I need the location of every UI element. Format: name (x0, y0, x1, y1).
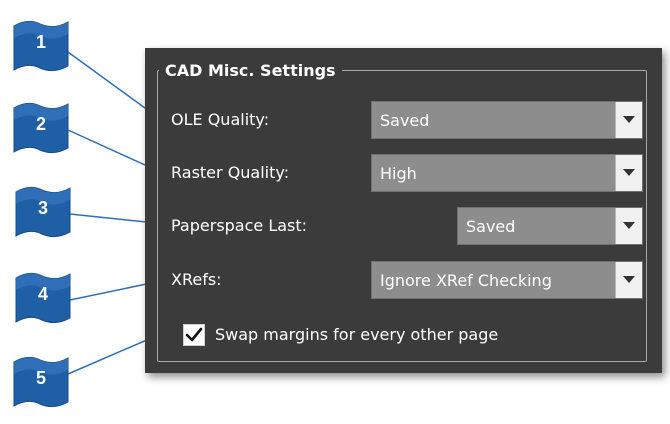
callout-flag-5: 5 (10, 352, 72, 414)
leader-line-2 (67, 129, 157, 171)
group-title: CAD Misc. Settings (159, 62, 342, 80)
swap-margins-checkbox[interactable] (183, 324, 205, 346)
ole-quality-dropdown-button[interactable] (615, 102, 642, 138)
cad-misc-settings-illustration: 1 2 3 4 5 CAD Misc. Settings OLE Quality… (0, 0, 670, 424)
paperspace-last-label: Paperspace Last: (171, 216, 308, 235)
settings-panel: CAD Misc. Settings OLE Quality: Saved Ra… (145, 48, 662, 373)
callout-number: 1 (35, 32, 46, 52)
ole-quality-label: OLE Quality: (171, 110, 270, 129)
chevron-down-icon (623, 169, 635, 176)
xrefs-dropdown[interactable]: Ignore XRef Checking (371, 261, 643, 299)
callout-number: 2 (35, 114, 46, 134)
paperspace-last-dropdown-button[interactable] (615, 208, 642, 244)
callout-number: 3 (37, 198, 48, 218)
chevron-down-icon (623, 276, 635, 283)
callout-number: 4 (37, 284, 48, 304)
callout-flag-3: 3 (12, 182, 74, 244)
swap-margins-label[interactable]: Swap margins for every other page (215, 325, 498, 345)
callout-flag-4: 4 (12, 268, 74, 330)
raster-quality-label: Raster Quality: (171, 163, 290, 182)
callout-flag-1: 1 (10, 16, 72, 78)
xrefs-value: Ignore XRef Checking (380, 271, 552, 290)
leader-line-3 (69, 213, 157, 224)
ole-quality-dropdown[interactable]: Saved (371, 101, 643, 139)
callout-flag-2: 2 (10, 98, 72, 160)
xrefs-dropdown-button[interactable] (615, 262, 642, 298)
ole-quality-value: Saved (380, 111, 430, 130)
chevron-down-icon (623, 222, 635, 229)
xrefs-label: XRefs: (171, 270, 222, 289)
chevron-down-icon (623, 116, 635, 123)
raster-quality-dropdown-button[interactable] (615, 155, 642, 191)
paperspace-last-value: Saved (466, 217, 516, 236)
raster-quality-dropdown[interactable]: High (371, 154, 643, 192)
leader-line-1 (67, 51, 157, 117)
callout-number: 5 (35, 368, 46, 388)
raster-quality-value: High (380, 164, 417, 183)
leader-line-4 (69, 281, 157, 301)
checkmark-icon (185, 327, 203, 342)
leader-line-5 (67, 335, 157, 375)
paperspace-last-dropdown[interactable]: Saved (457, 207, 643, 245)
